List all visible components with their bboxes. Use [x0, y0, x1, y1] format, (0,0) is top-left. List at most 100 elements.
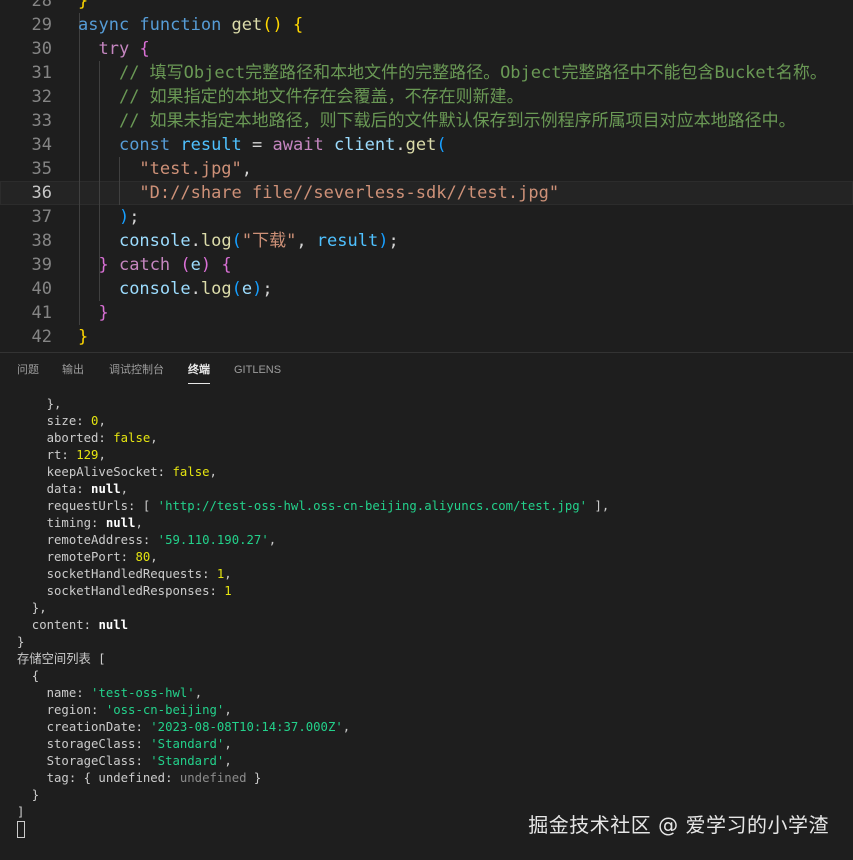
terminal-line: content: null — [17, 617, 847, 634]
terminal-token: } — [17, 635, 25, 649]
terminal-token: , — [98, 414, 106, 428]
terminal-token: '2023-08-08T10:14:37.000Z' — [150, 720, 343, 734]
code-token: get — [405, 135, 437, 155]
code-token: "D://share file//severless-sdk//test.jpg… — [139, 183, 560, 203]
tab-terminal[interactable]: 终端 — [188, 362, 210, 384]
code-line[interactable]: 31 // 填写Object完整路径和本地文件的完整路径。Object完整路径中… — [0, 61, 853, 85]
code-token: get — [231, 15, 263, 35]
terminal-token: name: — [17, 686, 92, 700]
terminal-token: null — [105, 516, 136, 530]
terminal-token: 'test-oss-hwl' — [91, 686, 195, 700]
code-text: async function get() { — [78, 13, 303, 37]
terminal-token: false — [172, 465, 210, 479]
terminal-line: storageClass: 'Standard', — [17, 736, 847, 753]
terminal-token: creationDate: — [17, 720, 151, 734]
tab-gitlens[interactable]: GITLENS — [234, 362, 281, 378]
code-line[interactable]: 34 const result = await client.get( — [0, 133, 853, 157]
code-token: { — [139, 39, 150, 59]
code-token: console — [118, 279, 191, 299]
code-token: async — [78, 15, 140, 35]
code-line[interactable]: 40 console.log(e); — [0, 277, 853, 301]
code-text: } — [78, 301, 109, 325]
tab-output[interactable]: 输出 — [62, 362, 84, 378]
terminal-token: remoteAddress: — [17, 533, 158, 547]
code-line[interactable]: 35 "test.jpg", — [0, 157, 853, 181]
terminal-cursor — [17, 821, 25, 838]
code-text: console.log("下载", result); — [78, 229, 399, 253]
terminal-token: ], — [587, 499, 610, 513]
terminal-token: ] — [17, 805, 25, 819]
code-token: result — [316, 231, 379, 251]
code-line[interactable]: 33 // 如果未指定本地路径，则下载后的文件默认保存到示例程序所属项目对应本地… — [0, 109, 853, 133]
code-token: . — [190, 279, 201, 299]
line-number: 35 — [31, 159, 52, 179]
terminal-token: { — [17, 669, 40, 683]
code-token: , — [296, 231, 317, 251]
code-text: "D://share file//severless-sdk//test.jpg… — [78, 181, 559, 205]
terminal-token: }, — [17, 601, 47, 615]
line-number: 41 — [31, 303, 52, 323]
code-token: { — [221, 255, 232, 275]
terminal-token: , — [120, 482, 129, 496]
line-number: 40 — [31, 279, 52, 299]
code-token: ; — [262, 279, 273, 299]
code-token: = — [241, 135, 273, 155]
code-token: client — [333, 135, 396, 155]
terminal-line: }, — [17, 396, 847, 413]
terminal-token: size: — [17, 414, 92, 428]
code-editor[interactable]: 28} 29 async function get() {30 try {31 //… — [0, 0, 853, 352]
bottom-panel: 问题 输出 调试控制台 终端 GITLENS }, size: 0, abort… — [0, 352, 853, 860]
code-token: } — [98, 303, 109, 323]
terminal-line: timing: null, — [17, 515, 847, 532]
line-number: 37 — [31, 207, 52, 227]
terminal-token: 1 — [224, 584, 232, 598]
line-number: 29 — [31, 15, 52, 35]
terminal-token: undefined — [179, 771, 247, 785]
terminal-token: aborted: — [17, 431, 114, 445]
code-token: ( — [231, 279, 242, 299]
code-line[interactable]: 30 try { — [0, 37, 853, 61]
code-line[interactable]: 29 async function get() { — [0, 13, 853, 37]
watermark: 掘金技术社区 @ 爱学习的小学渣 — [528, 813, 829, 837]
code-token: log — [200, 231, 232, 251]
terminal-token: , — [342, 720, 351, 734]
code-token: e — [241, 279, 253, 299]
terminal-output[interactable]: }, size: 0, aborted: false, rt: 129, kee… — [17, 396, 847, 838]
terminal-token: StorageClass: — [17, 754, 151, 768]
code-line[interactable]: 36 "D://share file//severless-sdk//test.… — [0, 181, 853, 205]
code-line[interactable]: 37 ); — [0, 205, 853, 229]
line-number: 36 — [31, 183, 52, 203]
code-text: try { — [78, 37, 150, 61]
code-token: . — [190, 231, 201, 251]
terminal-token: , — [224, 703, 232, 717]
code-token: function — [139, 15, 232, 35]
tab-problems[interactable]: 问题 — [17, 362, 39, 378]
code-line[interactable]: 39 } catch (e) { — [0, 253, 853, 277]
code-line[interactable]: 42} — [0, 325, 853, 349]
code-line[interactable]: 32 // 如果指定的本地文件存在会覆盖，不存在则新建。 — [0, 85, 853, 109]
code-token: console — [118, 231, 191, 251]
code-token: ( — [231, 231, 242, 251]
tab-debug-console[interactable]: 调试控制台 — [109, 362, 164, 378]
terminal-token: 80 — [135, 550, 151, 564]
terminal-line: region: 'oss-cn-beijing', — [17, 702, 847, 719]
terminal-line: } — [17, 787, 847, 804]
code-line[interactable]: 28} — [0, 0, 853, 13]
code-line[interactable]: 41 } — [0, 301, 853, 325]
code-token: "test.jpg" — [139, 159, 242, 179]
terminal-token: , — [224, 754, 232, 768]
code-line[interactable]: 38 console.log("下载", result); — [0, 229, 853, 253]
line-number: 39 — [31, 255, 52, 275]
terminal-token: } — [246, 771, 262, 785]
panel-tabs: 问题 输出 调试控制台 终端 GITLENS — [0, 353, 853, 387]
line-number: 30 — [31, 39, 52, 59]
terminal-token: , — [224, 737, 232, 751]
terminal-token: , — [150, 550, 158, 564]
